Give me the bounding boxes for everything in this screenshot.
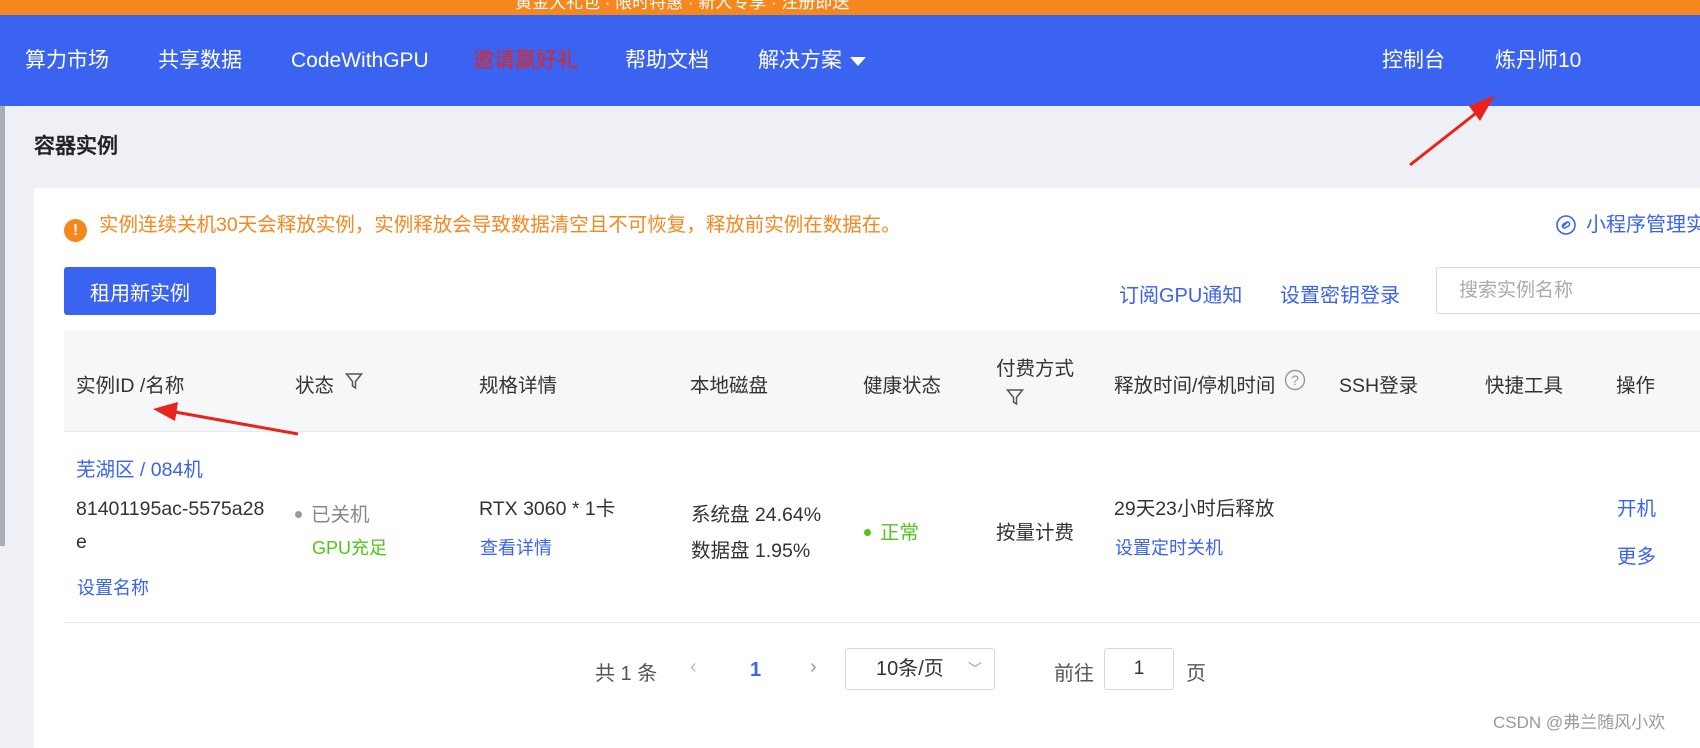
filter-icon[interactable]	[345, 372, 363, 390]
nav-item-shared-data[interactable]: 共享数据	[158, 15, 242, 106]
rent-new-instance-button[interactable]: 租用新实例	[64, 267, 216, 315]
instance-region-link[interactable]: 芜湖区 / 084机	[76, 453, 203, 482]
instance-spec: RTX 3060 * 1卡	[479, 498, 616, 520]
caret-down-icon	[850, 56, 866, 66]
nav-solutions-label: 解决方案	[758, 49, 842, 72]
schedule-shutdown-link[interactable]: 设置定时关机	[1115, 534, 1223, 560]
svg-text:?: ?	[1291, 372, 1299, 388]
chevron-down-icon: ﹀	[968, 661, 982, 677]
top-nav: 算力市场 共享数据 CodeWithGPU 邀请赢好礼 帮助文档 解决方案 控制…	[0, 15, 1700, 106]
promo-text: 黄金大礼包 · 限时特惠 · 新人专享 · 注册即送	[515, 0, 850, 12]
help-icon[interactable]: ?	[1284, 369, 1306, 391]
release-countdown: 29天23小时后释放	[1114, 498, 1275, 520]
col-header-ssh: SSH登录	[1339, 375, 1419, 397]
nav-console-link[interactable]: 控制台	[1382, 15, 1445, 106]
warning-circle-icon: !	[64, 219, 87, 242]
col-header-status: 状态	[295, 375, 335, 397]
instance-id-line1: 81401195ac-5575a28	[76, 498, 265, 520]
nav-item-codewithgpu[interactable]: CodeWithGPU	[291, 15, 429, 106]
link-icon	[1556, 215, 1576, 235]
gpu-availability: GPU充足	[312, 538, 388, 558]
goto-label: 前往	[1054, 663, 1094, 685]
mini-program-label: 小程序管理实	[1586, 214, 1700, 236]
page-size-value: 10条/页	[876, 658, 944, 680]
col-header-disk: 本地磁盘	[690, 375, 769, 397]
more-actions-button[interactable]: 更多	[1617, 540, 1656, 569]
nav-item-docs[interactable]: 帮助文档	[625, 15, 709, 106]
view-details-link[interactable]: 查看详情	[480, 534, 552, 560]
col-header-release: 释放时间/停机时间	[1114, 375, 1276, 397]
col-header-tools: 快捷工具	[1485, 375, 1564, 397]
nav-item-invite[interactable]: 邀请赢好礼	[473, 15, 578, 106]
row-divider	[64, 622, 1700, 623]
data-disk-usage: 数据盘 1.95%	[691, 540, 811, 562]
col-header-id: 实例ID /名称	[76, 375, 185, 397]
pagination-total: 共 1 条	[595, 663, 658, 685]
health-label: 正常	[880, 522, 920, 544]
nav-item-market[interactable]: 算力市场	[25, 15, 109, 106]
search-input[interactable]	[1436, 267, 1700, 314]
notice-text: 实例连续关机30天会释放实例，实例释放会导致数据清空且不可恢复，释放前实例在数据…	[99, 214, 901, 236]
col-header-health: 健康状态	[863, 375, 942, 397]
instance-id-line2: e	[76, 531, 87, 553]
health-status: 正常	[864, 516, 919, 545]
filter-icon[interactable]	[1006, 388, 1024, 406]
next-page-icon[interactable]: ›	[810, 656, 817, 679]
subscribe-gpu-link[interactable]: 订阅GPU通知	[1119, 279, 1242, 308]
ssh-key-link[interactable]: 设置密钥登录	[1280, 279, 1400, 308]
release-notice: ! 实例连续关机30天会释放实例，实例释放会导致数据清空且不可恢复，释放前实例在数…	[64, 211, 901, 242]
instance-status: 已关机	[295, 498, 370, 527]
prev-page-icon[interactable]: ‹	[690, 656, 697, 679]
col-header-spec: 规格详情	[479, 375, 558, 397]
col-header-billing: 付费方式	[996, 358, 1075, 380]
page-title: 容器实例	[34, 135, 118, 158]
promo-strip: 黄金大礼包 · 限时特惠 · 新人专享 · 注册即送	[0, 0, 1700, 15]
status-dot	[295, 511, 302, 518]
side-scrollbar[interactable]	[0, 106, 5, 546]
goto-page-input[interactable]	[1104, 648, 1174, 690]
mini-program-link[interactable]: 小程序管理实	[1556, 211, 1700, 239]
power-on-button[interactable]: 开机	[1617, 492, 1656, 521]
status-label: 已关机	[311, 504, 370, 526]
page-unit-label: 页	[1186, 663, 1206, 685]
health-dot	[864, 529, 871, 536]
system-disk-usage: 系统盘 24.64%	[691, 504, 822, 526]
page-number-current[interactable]: 1	[750, 659, 761, 682]
col-header-ops: 操作	[1616, 375, 1656, 397]
billing-type: 按量计费	[996, 522, 1075, 544]
nav-item-solutions[interactable]: 解决方案	[758, 15, 866, 106]
watermark: CSDN @弗兰随风小欢	[1493, 713, 1666, 732]
page-size-select[interactable]: 10条/页 ﹀	[845, 648, 995, 690]
set-name-link[interactable]: 设置名称	[77, 574, 149, 600]
nav-user-menu[interactable]: 炼丹师10	[1495, 15, 1581, 106]
